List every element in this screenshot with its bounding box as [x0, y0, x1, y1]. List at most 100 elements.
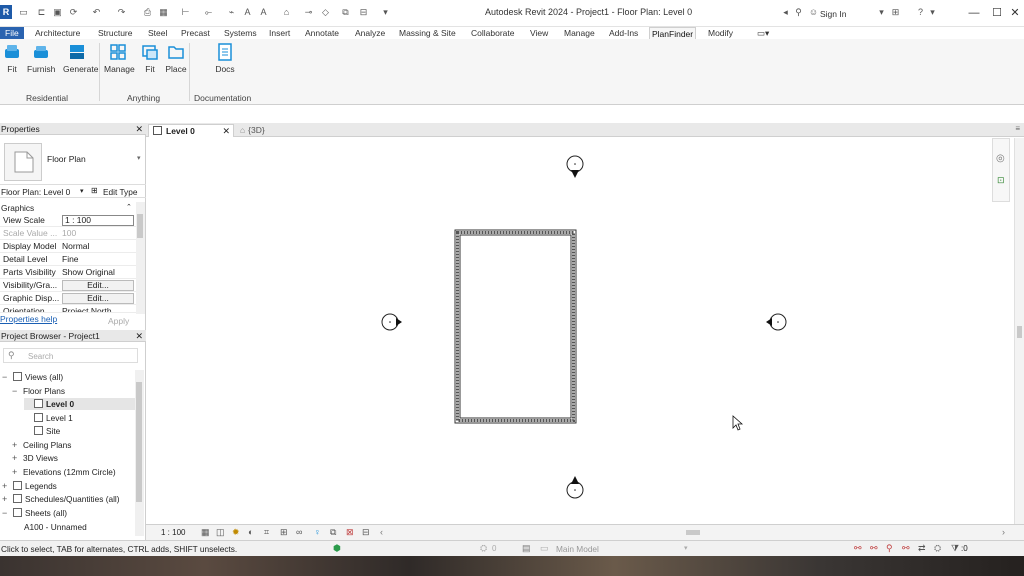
property-row[interactable]: Visibility/Gra... Edit... — [0, 279, 136, 292]
apply-button[interactable]: Apply — [108, 316, 129, 326]
tab-planfinder[interactable]: PlanFinder — [649, 27, 697, 39]
maximize-icon[interactable]: ☐ — [990, 6, 1004, 20]
scroll-right-icon[interactable]: › — [1002, 527, 1005, 537]
ribbon-options-icon[interactable]: ▭▾ — [755, 27, 771, 39]
type-selector-name[interactable]: Floor Plan — [47, 154, 86, 164]
temporary-hide-icon[interactable]: ∞ — [296, 527, 302, 537]
generate-button[interactable]: Generate — [63, 43, 98, 74]
tab-steel[interactable]: Steel — [146, 27, 169, 39]
view-scale-selector[interactable]: 1 : 100 — [161, 528, 185, 537]
property-row[interactable]: View Scale 1 : 100 — [0, 214, 136, 227]
text-letter-icon[interactable]: A — [258, 7, 269, 18]
tree-item-level-1[interactable]: Level 1 — [24, 412, 73, 424]
browser-search-field[interactable]: ⚲ Search — [3, 348, 138, 363]
model-selector-icon[interactable]: ▤ — [522, 543, 531, 554]
tab-structure[interactable]: Structure — [96, 27, 135, 39]
instance-selector[interactable]: Floor Plan: Level 0 — [1, 187, 70, 197]
tree-item-views-all[interactable]: − Views (all) — [2, 371, 63, 383]
property-row[interactable]: Graphic Disp... Edit... — [0, 292, 136, 305]
properties-close-icon[interactable]: ✕ — [135, 123, 143, 135]
search-input[interactable]: Search — [28, 352, 53, 361]
horizontal-scroll-thumb[interactable] — [686, 530, 700, 535]
print-icon[interactable]: ⎙ — [142, 7, 153, 18]
expand-toggle[interactable]: + — [12, 466, 17, 478]
signin-dropdown-icon[interactable]: ▾ — [876, 7, 887, 18]
expand-toggle[interactable]: + — [12, 439, 17, 451]
tab-systems[interactable]: Systems — [222, 27, 259, 39]
binoculars-icon[interactable]: ⚲ — [793, 7, 804, 18]
tab-massing-site[interactable]: Massing & Site — [397, 27, 458, 39]
tab-close-icon[interactable]: ✕ — [222, 125, 230, 138]
view-scale-input[interactable]: 1 : 100 — [62, 215, 134, 226]
walls[interactable] — [454, 229, 577, 424]
tab-3d[interactable]: ⌂ {3D} — [236, 124, 269, 137]
edit-type-button[interactable]: Edit Type — [103, 187, 137, 197]
tree-item-sheet-a100[interactable]: A100 - Unnamed — [24, 521, 87, 533]
worksharing-icon[interactable]: ⬢ — [333, 543, 341, 554]
property-value[interactable]: Fine — [62, 253, 134, 266]
property-row[interactable]: Detail Level Fine — [0, 253, 136, 266]
elevation-marker-west[interactable] — [381, 313, 402, 331]
tag-icon[interactable]: ⌁ — [226, 7, 237, 18]
tab-collaborate[interactable]: Collaborate — [469, 27, 516, 39]
redo-icon[interactable]: ↷ — [116, 7, 127, 18]
collapse-section-icon[interactable]: ⌃ — [126, 202, 132, 214]
search-arrow-icon[interactable]: ◂ — [780, 7, 791, 18]
tab-precast[interactable]: Precast — [179, 27, 212, 39]
floor-plan-drawing[interactable] — [148, 138, 1014, 524]
thin-lines-icon[interactable]: ◇ — [320, 7, 331, 18]
tab-architecture[interactable]: Architecture — [33, 27, 82, 39]
graphic-display-edit-button[interactable]: Edit... — [62, 293, 134, 304]
text-icon[interactable]: A — [242, 7, 253, 18]
scroll-thumb[interactable] — [137, 214, 143, 238]
elevation-marker-south[interactable] — [566, 476, 584, 499]
active-model-selector[interactable]: Main Model — [556, 544, 599, 554]
elevation-marker-north[interactable] — [566, 155, 584, 178]
analysis-icon[interactable]: ⊠ — [346, 527, 354, 538]
tab-annotate[interactable]: Annotate — [303, 27, 341, 39]
dimension-icon[interactable]: ⊢ — [180, 7, 191, 18]
visual-style-icon[interactable]: ◫ — [216, 527, 225, 538]
visibility-edit-button[interactable]: Edit... — [62, 280, 134, 291]
select-pinned-icon[interactable]: ⚲ — [886, 543, 893, 554]
tab-view[interactable]: View — [528, 27, 550, 39]
tree-item-elevations[interactable]: + Elevations (12mm Circle) — [12, 466, 116, 478]
open-folder-icon[interactable]: ⊏ — [36, 7, 47, 18]
detail-level-icon[interactable]: ▦ — [201, 527, 210, 538]
tree-item-3d-views[interactable]: +3D Views — [12, 452, 58, 464]
minimize-icon[interactable]: — — [967, 6, 981, 20]
scroll-thumb[interactable] — [136, 382, 142, 502]
properties-help-link[interactable]: Properties help — [0, 314, 57, 324]
tab-insert[interactable]: Insert — [267, 27, 292, 39]
save-icon[interactable]: ▣ — [52, 7, 63, 18]
reveal-hidden-icon[interactable]: ♀ — [314, 527, 321, 537]
measure-icon[interactable]: ▦ — [158, 7, 169, 18]
fit-button[interactable]: Fit — [0, 43, 26, 74]
scroll-thumb[interactable] — [1017, 326, 1022, 338]
scroll-left-icon[interactable]: ‹ — [380, 527, 383, 537]
place-button[interactable]: Place — [162, 43, 190, 74]
browser-close-icon[interactable]: ✕ — [135, 330, 143, 342]
aligned-dimension-icon[interactable]: ⟜ — [203, 7, 214, 18]
expand-toggle[interactable]: + — [12, 452, 17, 464]
constraints-icon[interactable]: ⊟ — [362, 527, 370, 538]
show-crop-icon[interactable]: ⊞ — [280, 527, 288, 538]
property-row[interactable]: Parts Visibility Show Original — [0, 266, 136, 279]
switch-windows-icon[interactable]: ⊟ — [358, 7, 369, 18]
graphics-section-header[interactable]: Graphics ⌃ — [0, 202, 136, 214]
sun-path-icon[interactable]: ✹ — [232, 527, 240, 538]
tab-manage[interactable]: Manage — [562, 27, 597, 39]
instance-dropdown-icon[interactable]: ▾ — [80, 187, 84, 195]
crop-view-icon[interactable]: ⌗ — [264, 527, 269, 538]
select-links-icon[interactable]: ⚯ — [854, 543, 862, 554]
fit-anything-button[interactable]: Fit — [136, 43, 164, 74]
drag-elements-icon[interactable]: ⇄ — [918, 543, 926, 554]
sync-icon[interactable]: ⟳ — [68, 7, 79, 18]
close-hidden-icon[interactable]: ⧉ — [340, 7, 351, 18]
tree-item-level-0[interactable]: Level 0 — [24, 398, 136, 410]
tree-item-sheets[interactable]: − Sheets (all) — [2, 507, 67, 519]
tree-item-site[interactable]: Site — [24, 425, 60, 437]
tab-level-0[interactable]: Level 0 ✕ — [148, 124, 234, 137]
design-options-icon[interactable]: ⛭ — [480, 543, 487, 554]
elevation-marker-east[interactable] — [766, 313, 787, 331]
